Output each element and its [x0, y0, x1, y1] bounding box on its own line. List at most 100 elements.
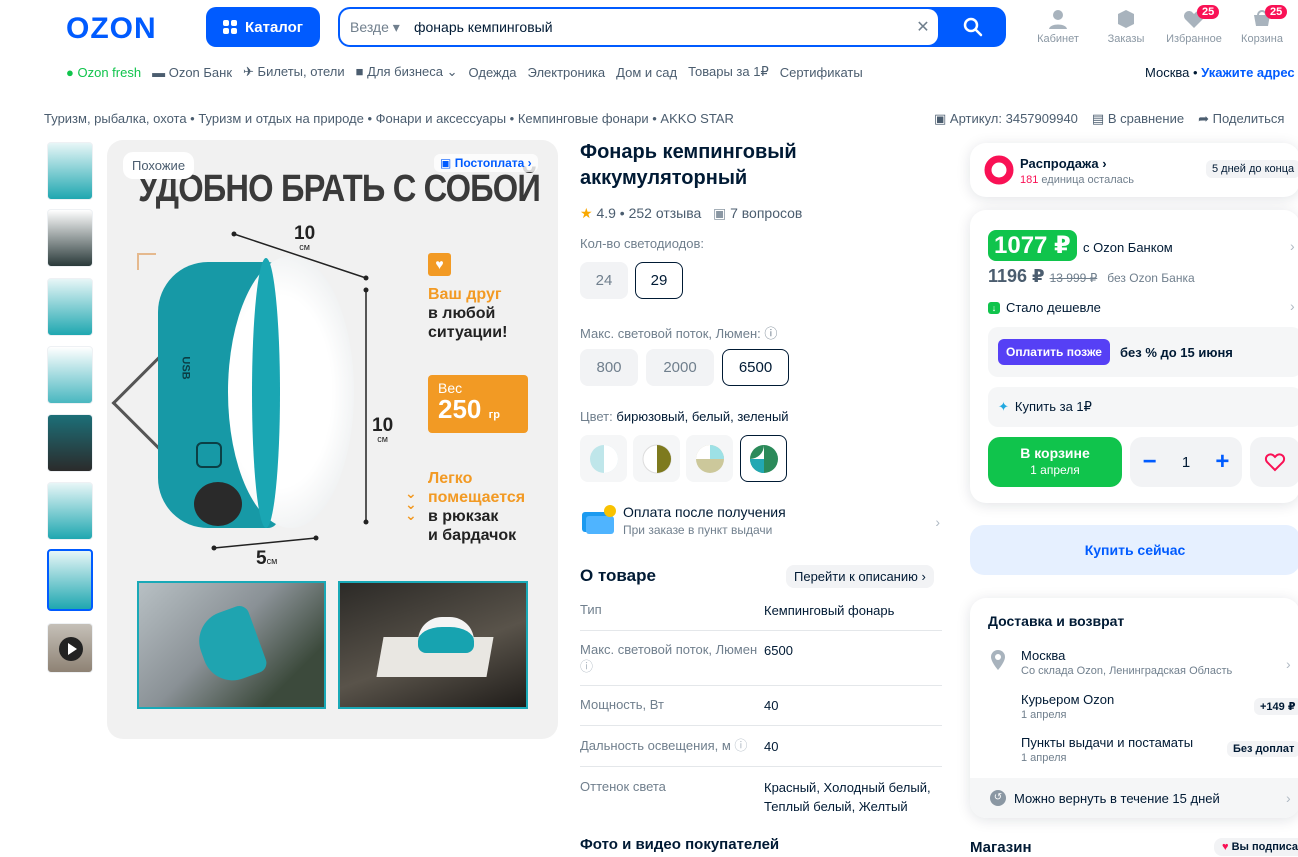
color-swatch-selected[interactable] — [740, 435, 787, 482]
gallery-thumbnail[interactable] — [47, 482, 93, 540]
nav-clothes[interactable]: Одежда — [469, 65, 517, 80]
questions-link[interactable]: 7 вопросов — [730, 205, 802, 221]
card-icon — [582, 505, 616, 534]
nav-goods-for-1[interactable]: Товары за 1₽ — [688, 64, 769, 80]
profile-label: Кабинет — [1037, 33, 1079, 45]
compare-icon: ▤ — [1091, 111, 1105, 126]
return-icon: ↺ — [990, 790, 1006, 806]
pickup-price: Без доплат — [1227, 741, 1298, 757]
nav-certificates[interactable]: Сертификаты — [780, 65, 863, 80]
old-price: 13 999 ₽ — [1049, 271, 1098, 285]
image-headline: УДОБНО БРАТЬ С СОБОЙ — [138, 168, 541, 210]
increase-button[interactable]: + — [1215, 448, 1229, 476]
search-icon — [963, 17, 983, 37]
delivery-title: Доставка и возврат — [988, 613, 1125, 629]
address-link[interactable]: Укажите адрес — [1201, 65, 1294, 80]
search-scope-select[interactable]: Везде ▾ — [340, 19, 414, 36]
product-actions: ▣ Артикул: 3457909940 ▤ В сравнение ➦ По… — [934, 111, 1284, 127]
goto-description-button[interactable]: Перейти к описанию › — [786, 565, 934, 588]
chevron-right-icon: › — [1290, 298, 1295, 314]
color-swatch[interactable] — [580, 435, 627, 482]
gallery-thumbnail[interactable] — [47, 414, 93, 472]
profile-icon — [1049, 10, 1067, 29]
in-cart-button[interactable]: В корзине 1 апреля — [988, 437, 1122, 487]
search-input[interactable]: фонарь кемпинговый — [414, 19, 908, 35]
clear-icon[interactable]: ✕ — [908, 17, 938, 37]
orders-button[interactable]: Заказы — [1091, 9, 1161, 45]
price-without-card: 1196 ₽ 13 999 ₽ без Ozon Банка — [988, 266, 1195, 286]
leds-label: Кол-во светодиодов: — [580, 236, 704, 251]
share-button[interactable]: ➦ Поделиться — [1198, 111, 1284, 127]
card-icon: ▬ — [152, 64, 166, 80]
flux-label: Макс. световой поток, Люмен: ⓘ — [580, 326, 778, 341]
share-icon: ➦ — [1198, 111, 1209, 126]
gallery-thumbnail[interactable] — [47, 346, 93, 404]
nav-business[interactable]: ■ Для бизнеса ⌄ — [356, 64, 458, 80]
quantity-stepper: − 1 + — [1130, 437, 1242, 487]
option-leds-24[interactable]: 24 — [580, 262, 628, 299]
option-flux-800[interactable]: 800 — [580, 349, 638, 386]
lamp-band-graphic — [252, 258, 280, 528]
catalog-button[interactable]: Каталог — [206, 7, 320, 47]
gallery-thumbnail[interactable] — [47, 142, 93, 200]
spec-row: Макс. световой поток, Люмен ⓘ 6500 — [580, 641, 942, 686]
nav-electronics[interactable]: Электроника — [528, 65, 606, 80]
price-with-card[interactable]: 1077 ₽ — [988, 230, 1077, 261]
sale-ring-icon — [984, 155, 1014, 185]
plane-icon: ✈ — [243, 64, 254, 79]
briefcase-icon: ■ — [355, 64, 364, 79]
cart-badge: 25 — [1265, 5, 1288, 19]
color-swatch[interactable] — [633, 435, 680, 482]
return-policy-row[interactable]: ↺ Можно вернуть в течение 15 дней › — [970, 778, 1298, 818]
payment-after-receipt[interactable]: Оплата после получения При заказе в пунк… — [580, 504, 940, 537]
location-selector[interactable]: Москва • Укажите адрес — [1145, 65, 1295, 80]
info-icon[interactable]: ⓘ — [580, 659, 593, 674]
gallery-video-thumbnail[interactable] — [47, 623, 93, 673]
gallery-thumbnail[interactable] — [47, 278, 93, 336]
heart-outline-icon — [1264, 453, 1286, 472]
buy-for-1-row[interactable]: ✦ Купить за 1₽ — [988, 387, 1298, 427]
shop-heading: Магазин — [970, 839, 1032, 856]
similar-button[interactable]: Похожие — [123, 152, 195, 179]
nav-ozon-bank[interactable]: ▬ Ozon Банк — [152, 65, 232, 80]
usb-label: USB — [179, 356, 192, 380]
compare-button[interactable]: ▤ В сравнение — [1092, 111, 1184, 127]
gallery-thumbnail[interactable] — [47, 209, 93, 267]
about-heading: О товаре — [580, 566, 656, 585]
heart-icon: ♥ — [1222, 841, 1229, 853]
rating-reviews[interactable]: 4.9 • 252 отзыва — [596, 205, 701, 221]
search-button[interactable] — [940, 7, 1006, 47]
lifestyle-photo-backpack — [137, 581, 326, 709]
option-flux-2000[interactable]: 2000 — [646, 349, 714, 386]
favorite-button[interactable] — [1250, 437, 1298, 487]
cart-button[interactable]: 25 Корзина — [1227, 5, 1297, 45]
decrease-button[interactable]: − — [1143, 448, 1157, 476]
sku-copy[interactable]: ▣ Артикул: 3457909940 — [934, 111, 1078, 127]
info-icon[interactable]: ⓘ — [734, 738, 747, 753]
chevron-right-icon: › — [1286, 656, 1291, 672]
profile-button[interactable]: Кабинет — [1023, 9, 1093, 45]
nav-tickets[interactable]: ✈ Билеты, отели — [243, 64, 345, 80]
payment-subtitle: При заказе в пункт выдачи — [623, 523, 773, 537]
color-swatch[interactable] — [686, 435, 733, 482]
pay-later-button[interactable]: Оплатить позже — [998, 339, 1110, 365]
breadcrumb[interactable]: Туризм, рыбалка, охота • Туризм и отдых … — [44, 111, 734, 126]
nav-home-garden[interactable]: Дом и сад — [616, 65, 677, 80]
info-icon[interactable]: ⓘ — [764, 326, 777, 341]
option-flux-6500[interactable]: 6500 — [722, 349, 789, 386]
gallery-thumbnail-selected[interactable] — [47, 549, 93, 611]
favorites-button[interactable]: 25 Избранное — [1159, 5, 1229, 45]
option-leds-29[interactable]: 29 — [635, 262, 683, 299]
rating-row[interactable]: ★ 4.9 • 252 отзыва ▣ 7 вопросов — [580, 205, 802, 222]
sale-banner[interactable]: Распродажа › 181 единица осталась 5 дней… — [970, 143, 1298, 197]
postpay-badge[interactable]: ▣ Постоплата › — [434, 154, 538, 172]
delivery-location[interactable]: Москва Со склада Ozon, Ленинградская Обла… — [1021, 648, 1232, 677]
ozon-logo[interactable]: OZON — [66, 12, 157, 46]
nav-ozon-fresh[interactable]: ● Ozon fresh — [66, 65, 141, 80]
sale-title: Распродажа — [1020, 156, 1099, 171]
buy-now-button[interactable]: Купить сейчас — [970, 525, 1298, 575]
pay-later-row[interactable]: Оплатить позже без % до 15 июня — [988, 327, 1298, 377]
price-dropped[interactable]: ↓ Стало дешевле — [988, 300, 1101, 315]
subscribed-button[interactable]: ♥ Вы подписаны — [1214, 838, 1298, 856]
lamp-knob-graphic — [194, 482, 242, 526]
